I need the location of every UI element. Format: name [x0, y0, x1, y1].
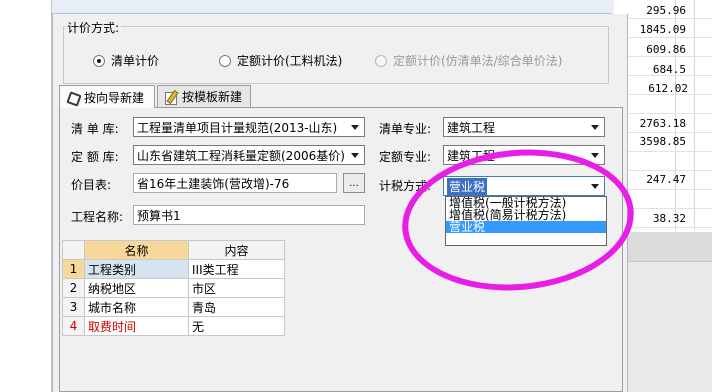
quota-major-label: 定额专业:	[379, 150, 432, 164]
background-number: 3598.85	[639, 135, 686, 148]
radio-label: 定额计价(工料机法)	[237, 54, 343, 68]
quota-major-select[interactable]: 建筑工程	[443, 145, 605, 165]
table-row[interactable]: 2 纳税地区 市区	[62, 278, 285, 298]
background-toolbar-strip	[52, 0, 612, 14]
row-index: 1	[62, 259, 85, 279]
background-row	[614, 190, 712, 209]
price-table-field[interactable]: 省16年土建装饰(营改增)-76	[133, 173, 337, 193]
dropdown-option-highlighted[interactable]: 营业税	[446, 221, 606, 233]
background-row: 3598.85	[614, 133, 712, 152]
project-name-label: 工程名称:	[71, 210, 124, 224]
radio-label: 定额计价(仿清单法/综合单价法)	[393, 54, 563, 68]
background-number: 1845.09	[639, 23, 686, 36]
tab-label: 按向导新建	[84, 90, 145, 105]
table-row[interactable]: 3 城市名称 青岛	[62, 297, 285, 317]
list-library-select[interactable]: 工程量清单项目计量规范(2013-山东)	[133, 117, 365, 137]
row-name[interactable]: 取费时间	[84, 316, 189, 336]
background-number: 609.86	[646, 43, 686, 56]
quota-major-value: 建筑工程	[447, 148, 496, 163]
list-major-label: 清单专业:	[379, 122, 432, 136]
background-row: 1845.09	[614, 19, 712, 38]
background-row: 612.02	[614, 76, 712, 95]
browse-price-table-button[interactable]: ...	[343, 173, 365, 193]
background-number: 612.02	[648, 82, 688, 95]
background-panel-band	[614, 232, 712, 262]
template-icon	[164, 90, 178, 105]
list-library-label: 清 单 库:	[71, 122, 119, 136]
radio-disabled-icon	[375, 54, 387, 67]
radio-bill-pricing[interactable]: 清单计价	[93, 52, 159, 69]
grid-header-value: 内容	[188, 240, 285, 260]
row-value[interactable]: III类工程	[188, 259, 285, 279]
background-number: 684.5	[652, 63, 686, 76]
background-number: 2763.18	[639, 117, 686, 130]
radio-quota-pricing-imitation: 定额计价(仿清单法/综合单价法)	[375, 52, 562, 69]
project-properties-grid: 名称 内容 1 工程类别 III类工程 2 纳税地区 市区 3 城市名称 青岛 …	[62, 240, 285, 336]
background-row: 684.5	[614, 57, 712, 76]
row-value[interactable]: 市区	[188, 278, 285, 298]
chevron-down-icon[interactable]	[587, 119, 603, 135]
radio-quota-pricing[interactable]: 定额计价(工料机法)	[219, 52, 342, 69]
tax-method-value: 营业税	[447, 177, 488, 195]
grid-corner	[62, 240, 85, 260]
radio-icon[interactable]	[219, 54, 231, 67]
background-row: 609.86	[614, 38, 712, 57]
background-number: 247.47	[646, 173, 686, 186]
row-value[interactable]: 无	[188, 316, 285, 336]
tab-template-new[interactable]: 按模板新建	[157, 85, 251, 107]
wizard-icon	[66, 90, 80, 104]
tab-wizard-new[interactable]: 按向导新建	[59, 85, 155, 108]
background-row: 247.47	[614, 171, 712, 190]
pricing-method-title: 计价方式:	[65, 19, 122, 36]
chevron-down-icon[interactable]	[347, 147, 363, 163]
radio-label: 清单计价	[111, 54, 160, 68]
background-row	[614, 152, 712, 171]
row-index: 2	[62, 278, 85, 298]
background-number: 295.96	[646, 4, 686, 17]
row-index: 4	[62, 316, 85, 336]
background-right-table: 295.96 1845.09 609.86 684.5 612.02 2763.…	[614, 0, 712, 392]
price-table-label: 价目表:	[71, 178, 112, 192]
grid-header-name: 名称	[84, 240, 189, 260]
row-name[interactable]: 纳税地区	[84, 278, 189, 298]
chevron-down-icon[interactable]	[587, 178, 603, 194]
background-row: 295.96	[614, 0, 712, 19]
quota-library-select[interactable]: 山东省建筑工程消耗量定额(2006基价)	[133, 145, 365, 165]
background-number: 38.32	[652, 212, 686, 225]
list-major-select[interactable]: 建筑工程	[443, 117, 605, 137]
tax-method-dropdown: 增值税(一般计税方法) 增值税(简易计税方法) 营业税	[445, 196, 607, 246]
table-row[interactable]: 4 取费时间 无	[62, 316, 285, 336]
radio-selected-icon[interactable]	[93, 54, 105, 67]
table-row[interactable]: 1 工程类别 III类工程	[62, 259, 285, 279]
chevron-down-icon[interactable]	[347, 119, 363, 135]
row-value[interactable]: 青岛	[188, 297, 285, 317]
grid-header-row: 名称 内容	[62, 240, 285, 260]
project-name-field[interactable]: 预算书1	[133, 205, 365, 225]
tab-label: 按模板新建	[182, 90, 243, 104]
chevron-down-icon[interactable]	[587, 147, 603, 163]
row-index: 3	[62, 297, 85, 317]
background-left-pane	[0, 0, 52, 392]
list-library-value: 工程量清单项目计量规范(2013-山东)	[137, 120, 338, 135]
tax-method-select[interactable]: 营业税	[443, 176, 605, 196]
row-name[interactable]: 城市名称	[84, 297, 189, 317]
list-major-value: 建筑工程	[447, 120, 496, 135]
background-row: 2763.18	[614, 114, 712, 133]
quota-library-value: 山东省建筑工程消耗量定额(2006基价)	[137, 148, 345, 163]
tax-method-label: 计税方式:	[379, 179, 432, 193]
background-row: 38.32	[614, 209, 712, 228]
quota-library-label: 定 额 库:	[71, 150, 119, 164]
background-row	[614, 95, 712, 114]
row-name[interactable]: 工程类别	[84, 259, 189, 279]
